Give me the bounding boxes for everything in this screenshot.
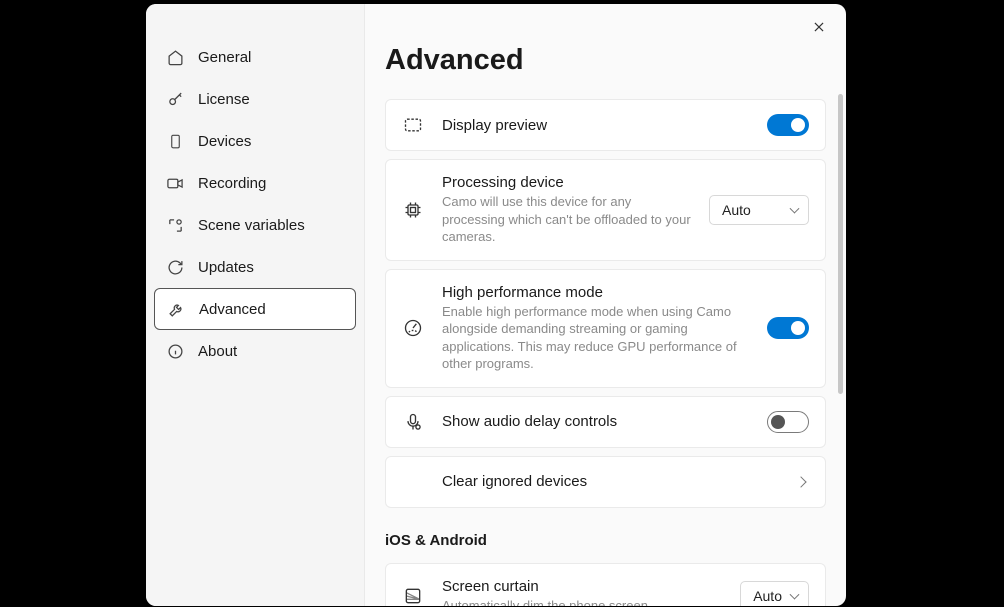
sidebar-item-recording[interactable]: Recording — [154, 162, 356, 204]
setting-title: Processing device — [442, 174, 691, 191]
settings-window: General License Devices Recording Scene … — [146, 4, 846, 606]
sidebar-item-label: Recording — [198, 175, 266, 192]
gauge-icon — [402, 317, 424, 339]
cpu-icon — [402, 199, 424, 221]
preview-icon — [402, 114, 424, 136]
sidebar-item-general[interactable]: General — [154, 36, 356, 78]
chevron-right-icon — [795, 476, 806, 487]
close-icon — [812, 20, 826, 34]
high-performance-toggle[interactable] — [767, 317, 809, 339]
setting-display-preview: Display preview — [385, 99, 826, 151]
wrench-icon — [167, 300, 185, 318]
setting-desc: Enable high performance mode when using … — [442, 303, 749, 373]
setting-desc: Automatically dim the phone screen — [442, 597, 722, 606]
setting-desc: Camo will use this device for any proces… — [442, 193, 691, 246]
key-icon — [166, 90, 184, 108]
sidebar: General License Devices Recording Scene … — [146, 4, 365, 606]
sidebar-item-updates[interactable]: Updates — [154, 246, 356, 288]
audio-delay-toggle[interactable] — [767, 411, 809, 433]
sidebar-item-label: Scene variables — [198, 217, 305, 234]
sidebar-item-label: Updates — [198, 259, 254, 276]
screen-curtain-select[interactable]: Auto — [740, 581, 809, 606]
close-button[interactable] — [806, 14, 832, 40]
setting-title: Clear ignored devices — [442, 473, 779, 490]
curtain-icon — [402, 585, 424, 606]
mic-gear-icon — [402, 411, 424, 433]
scrollbar[interactable] — [838, 94, 843, 554]
sidebar-item-label: Devices — [198, 133, 251, 150]
phone-icon — [166, 132, 184, 150]
page-title: Advanced — [385, 44, 826, 77]
sidebar-item-devices[interactable]: Devices — [154, 120, 356, 162]
display-preview-toggle[interactable] — [767, 114, 809, 136]
sidebar-item-about[interactable]: About — [154, 330, 356, 372]
sidebar-item-label: General — [198, 49, 251, 66]
content-scroll[interactable]: Advanced Display preview Processing devi… — [365, 4, 846, 606]
setting-processing-device: Processing device Camo will use this dev… — [385, 159, 826, 261]
setting-high-performance: High performance mode Enable high perfor… — [385, 269, 826, 388]
section-title-mobile: iOS & Android — [385, 532, 826, 549]
setting-clear-ignored[interactable]: Clear ignored devices — [385, 456, 826, 508]
setting-audio-delay: Show audio delay controls — [385, 396, 826, 448]
processing-device-select[interactable]: Auto — [709, 195, 809, 225]
info-icon — [166, 342, 184, 360]
setting-screen-curtain: Screen curtain Automatically dim the pho… — [385, 563, 826, 606]
scrollbar-thumb[interactable] — [838, 94, 843, 394]
variables-icon — [166, 216, 184, 234]
sidebar-item-label: About — [198, 343, 237, 360]
refresh-icon — [166, 258, 184, 276]
content-pane: Advanced Display preview Processing devi… — [365, 4, 846, 606]
setting-title: Screen curtain — [442, 578, 722, 595]
sidebar-item-advanced[interactable]: Advanced — [154, 288, 356, 330]
sidebar-item-scene-variables[interactable]: Scene variables — [154, 204, 356, 246]
home-icon — [166, 48, 184, 66]
setting-title: Display preview — [442, 117, 749, 134]
camera-icon — [166, 174, 184, 192]
select-value: Auto — [753, 588, 782, 604]
setting-title: High performance mode — [442, 284, 749, 301]
sidebar-item-license[interactable]: License — [154, 78, 356, 120]
sidebar-item-label: License — [198, 91, 250, 108]
select-value: Auto — [722, 202, 751, 218]
setting-title: Show audio delay controls — [442, 413, 749, 430]
sidebar-item-label: Advanced — [199, 301, 266, 318]
